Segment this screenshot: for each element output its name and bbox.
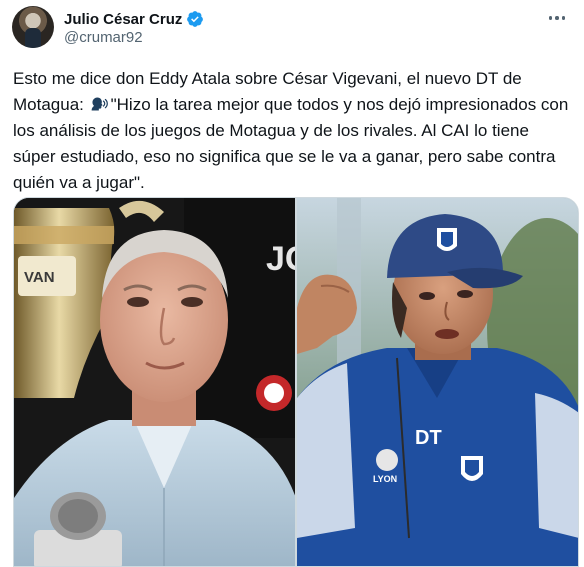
more-dot [548,16,553,20]
more-options-icon[interactable] [544,8,570,28]
author-handle[interactable]: @crumar92 [64,29,143,46]
more-dot [561,16,566,20]
media-photo-left[interactable]: JC VAN [14,198,295,566]
verified-badge-icon [187,11,204,27]
tweet-media-grid: JC VAN [13,197,579,567]
author-avatar[interactable] [12,6,54,48]
sponsor-label: LYON [373,474,397,484]
photo-left-illustration: JC VAN [14,198,295,566]
author-display-name[interactable]: Julio César Cruz [64,11,182,28]
trophy-label: VAN [24,269,55,286]
tweet-header: Julio César Cruz @crumar92 [12,6,572,50]
more-dot [555,16,559,20]
media-photo-right[interactable]: DT LYON [297,198,578,566]
author-name-row: Julio César Cruz [64,10,204,28]
speaking-head-icon [91,97,108,111]
tweet-text: Esto me dice don Eddy Atala sobre César … [13,66,573,196]
shirt-label: DT [415,427,442,449]
photo-right-illustration: DT LYON [297,198,578,566]
backdrop-letters: JC [266,240,295,278]
